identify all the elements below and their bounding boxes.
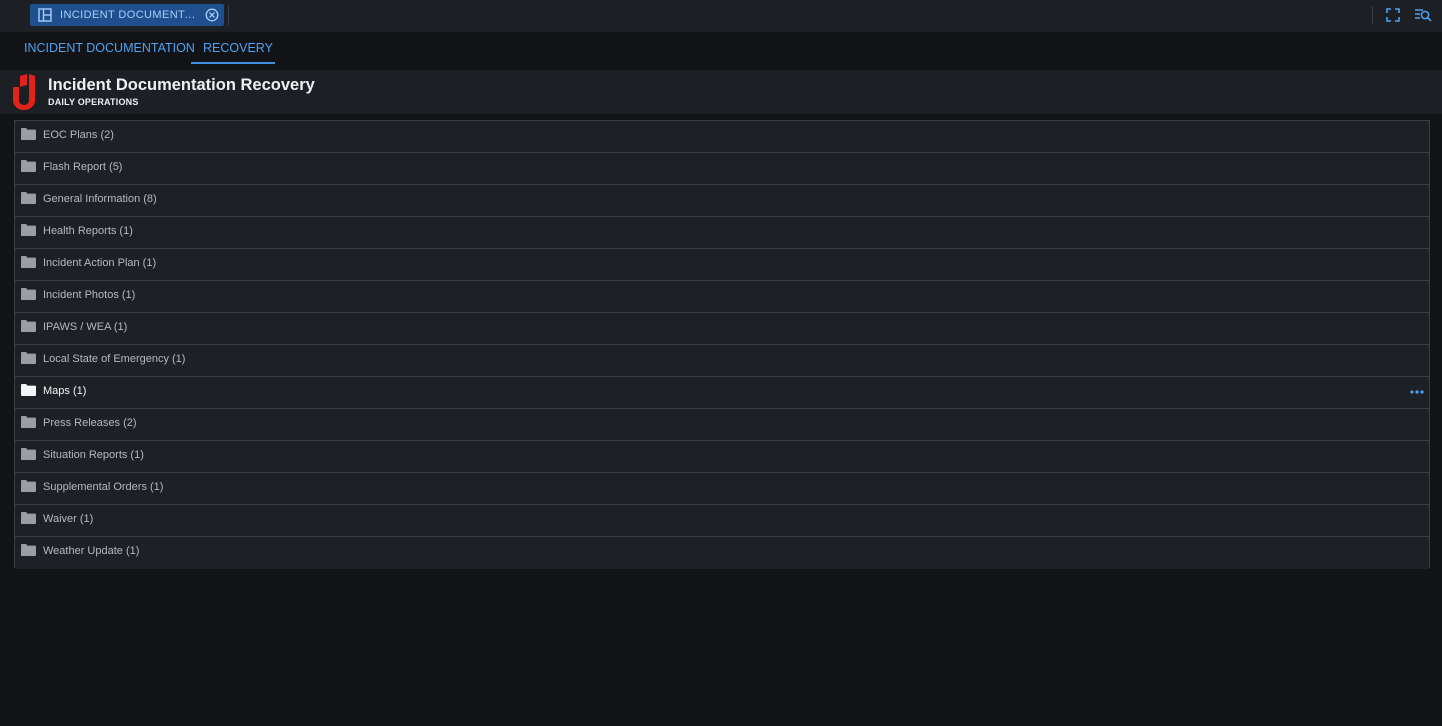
tab-divider	[228, 5, 229, 25]
fullscreen-icon[interactable]	[1386, 8, 1400, 22]
page-title: Incident Documentation Recovery	[48, 76, 315, 94]
top-bar: INCIDENT DOCUMENTATI...	[0, 0, 1442, 32]
folder-label: Situation Reports (1)	[43, 449, 144, 461]
tab-incident-documentation[interactable]: INCIDENT DOCUMENTATION	[24, 41, 195, 55]
shield-logo	[13, 74, 35, 110]
dashboard-layout-icon	[38, 8, 52, 22]
folder-label: Supplemental Orders (1)	[43, 481, 164, 493]
folder-icon	[21, 384, 36, 396]
page-subtitle: DAILY OPERATIONS	[48, 97, 139, 107]
toolbar-divider	[1372, 6, 1373, 24]
folder-label: Incident Action Plan (1)	[43, 257, 157, 269]
search-list-icon[interactable]	[1414, 8, 1432, 22]
folder-label: EOC Plans (2)	[43, 129, 114, 141]
sub-navigation: INCIDENT DOCUMENTATION RECOVERY	[0, 32, 1442, 70]
folder-row[interactable]: Incident Photos (1)	[15, 281, 1429, 313]
folder-icon	[21, 256, 36, 268]
folder-row[interactable]: Press Releases (2)	[15, 409, 1429, 441]
folder-icon	[21, 448, 36, 460]
folder-row[interactable]: Flash Report (5)	[15, 153, 1429, 185]
folder-icon	[21, 192, 36, 204]
dashboard-tab-label: INCIDENT DOCUMENTATI...	[60, 9, 198, 21]
folder-row[interactable]: Waiver (1)	[15, 505, 1429, 537]
folder-label: Flash Report (5)	[43, 161, 123, 173]
folder-row[interactable]: IPAWS / WEA (1)	[15, 313, 1429, 345]
folder-label: Press Releases (2)	[43, 417, 137, 429]
folder-label: Weather Update (1)	[43, 545, 140, 557]
active-tab-indicator	[191, 62, 275, 64]
folder-label: General Information (8)	[43, 193, 157, 205]
folder-list: EOC Plans (2) Flash Report (5) General I…	[14, 120, 1430, 569]
folder-icon	[21, 480, 36, 492]
page-header: Incident Documentation Recovery DAILY OP…	[0, 70, 1442, 114]
folder-label: Waiver (1)	[43, 513, 94, 525]
folder-icon	[21, 544, 36, 556]
folder-row[interactable]: Supplemental Orders (1)	[15, 473, 1429, 505]
close-circle-icon[interactable]	[205, 8, 219, 22]
folder-row[interactable]: Maps (1)	[15, 377, 1429, 409]
folder-icon	[21, 352, 36, 364]
folder-row[interactable]: Incident Action Plan (1)	[15, 249, 1429, 281]
folder-row[interactable]: Health Reports (1)	[15, 217, 1429, 249]
folder-icon	[21, 320, 36, 332]
folder-label: Maps (1)	[43, 385, 87, 397]
folder-icon	[21, 512, 36, 524]
folder-icon	[21, 224, 36, 236]
folder-label: IPAWS / WEA (1)	[43, 321, 128, 333]
dashboard-tab[interactable]: INCIDENT DOCUMENTATI...	[30, 4, 224, 26]
folder-label: Health Reports (1)	[43, 225, 133, 237]
folder-row[interactable]: Local State of Emergency (1)	[15, 345, 1429, 377]
folder-icon	[21, 160, 36, 172]
folder-icon	[21, 128, 36, 140]
tab-recovery[interactable]: RECOVERY	[203, 41, 273, 55]
folder-icon	[21, 416, 36, 428]
folder-row[interactable]: Weather Update (1)	[15, 537, 1429, 569]
folder-row[interactable]: General Information (8)	[15, 185, 1429, 217]
folder-row[interactable]: EOC Plans (2)	[15, 121, 1429, 153]
more-options-icon[interactable]	[1410, 389, 1424, 395]
folder-row[interactable]: Situation Reports (1)	[15, 441, 1429, 473]
folder-label: Incident Photos (1)	[43, 289, 136, 301]
folder-label: Local State of Emergency (1)	[43, 353, 186, 365]
folder-icon	[21, 288, 36, 300]
